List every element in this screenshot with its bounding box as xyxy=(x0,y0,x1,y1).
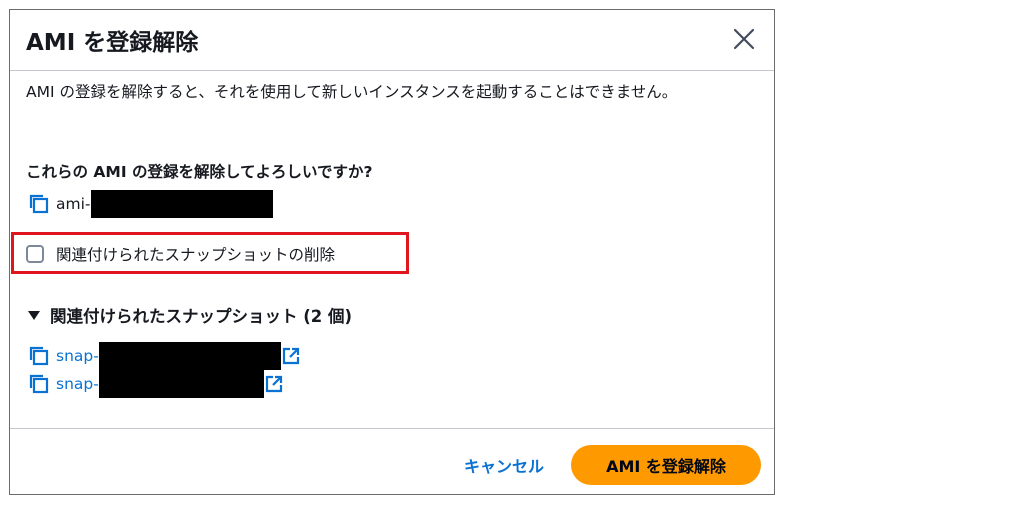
close-icon[interactable] xyxy=(732,27,756,51)
delete-snapshots-option[interactable]: 関連付けられたスナップショットの削除 xyxy=(26,242,335,266)
delete-snapshots-checkbox[interactable] xyxy=(26,245,44,263)
snapshots-expandable-header[interactable]: 関連付けられたスナップショット (2 個) xyxy=(28,303,352,327)
confirm-question: これらの AMI の登録を解除してよろしいですか? xyxy=(26,163,373,181)
redacted-snapshot-id xyxy=(98,342,281,370)
modal-header: AMI を登録解除 xyxy=(10,10,774,71)
snapshots-section-label[interactable]: 関連付けられたスナップショット (2 個) xyxy=(50,303,352,327)
copy-icon[interactable] xyxy=(28,373,50,395)
redacted-ami-id xyxy=(90,190,273,218)
snapshot-link[interactable]: snap- xyxy=(56,347,99,365)
modal-footer: キャンセル AMI を登録解除 xyxy=(10,428,774,496)
snapshot-link[interactable]: snap- xyxy=(56,375,99,393)
snapshot-item: snap- xyxy=(28,370,284,398)
cancel-button[interactable]: キャンセル xyxy=(464,453,544,477)
copy-icon[interactable] xyxy=(28,345,50,367)
ami-id-text: ami- xyxy=(56,195,91,213)
snapshot-item: snap- xyxy=(28,342,301,370)
ami-id-row: ami- xyxy=(28,190,273,218)
delete-snapshots-label[interactable]: 関連付けられたスナップショットの削除 xyxy=(56,243,335,265)
deregister-ami-button[interactable]: AMI を登録解除 xyxy=(571,445,761,485)
redacted-snapshot-id xyxy=(98,370,264,398)
modal-description: AMI の登録を解除すると、それを使用して新しいインスタンスを起動することはでき… xyxy=(26,83,678,101)
external-link-icon[interactable] xyxy=(281,346,301,366)
modal-title: AMI を登録解除 xyxy=(26,30,199,56)
caret-down-icon[interactable] xyxy=(28,310,40,320)
deregister-ami-modal: AMI を登録解除 AMI の登録を解除すると、それを使用して新しいインスタンス… xyxy=(9,9,775,495)
external-link-icon[interactable] xyxy=(264,374,284,394)
copy-icon[interactable] xyxy=(28,193,50,215)
